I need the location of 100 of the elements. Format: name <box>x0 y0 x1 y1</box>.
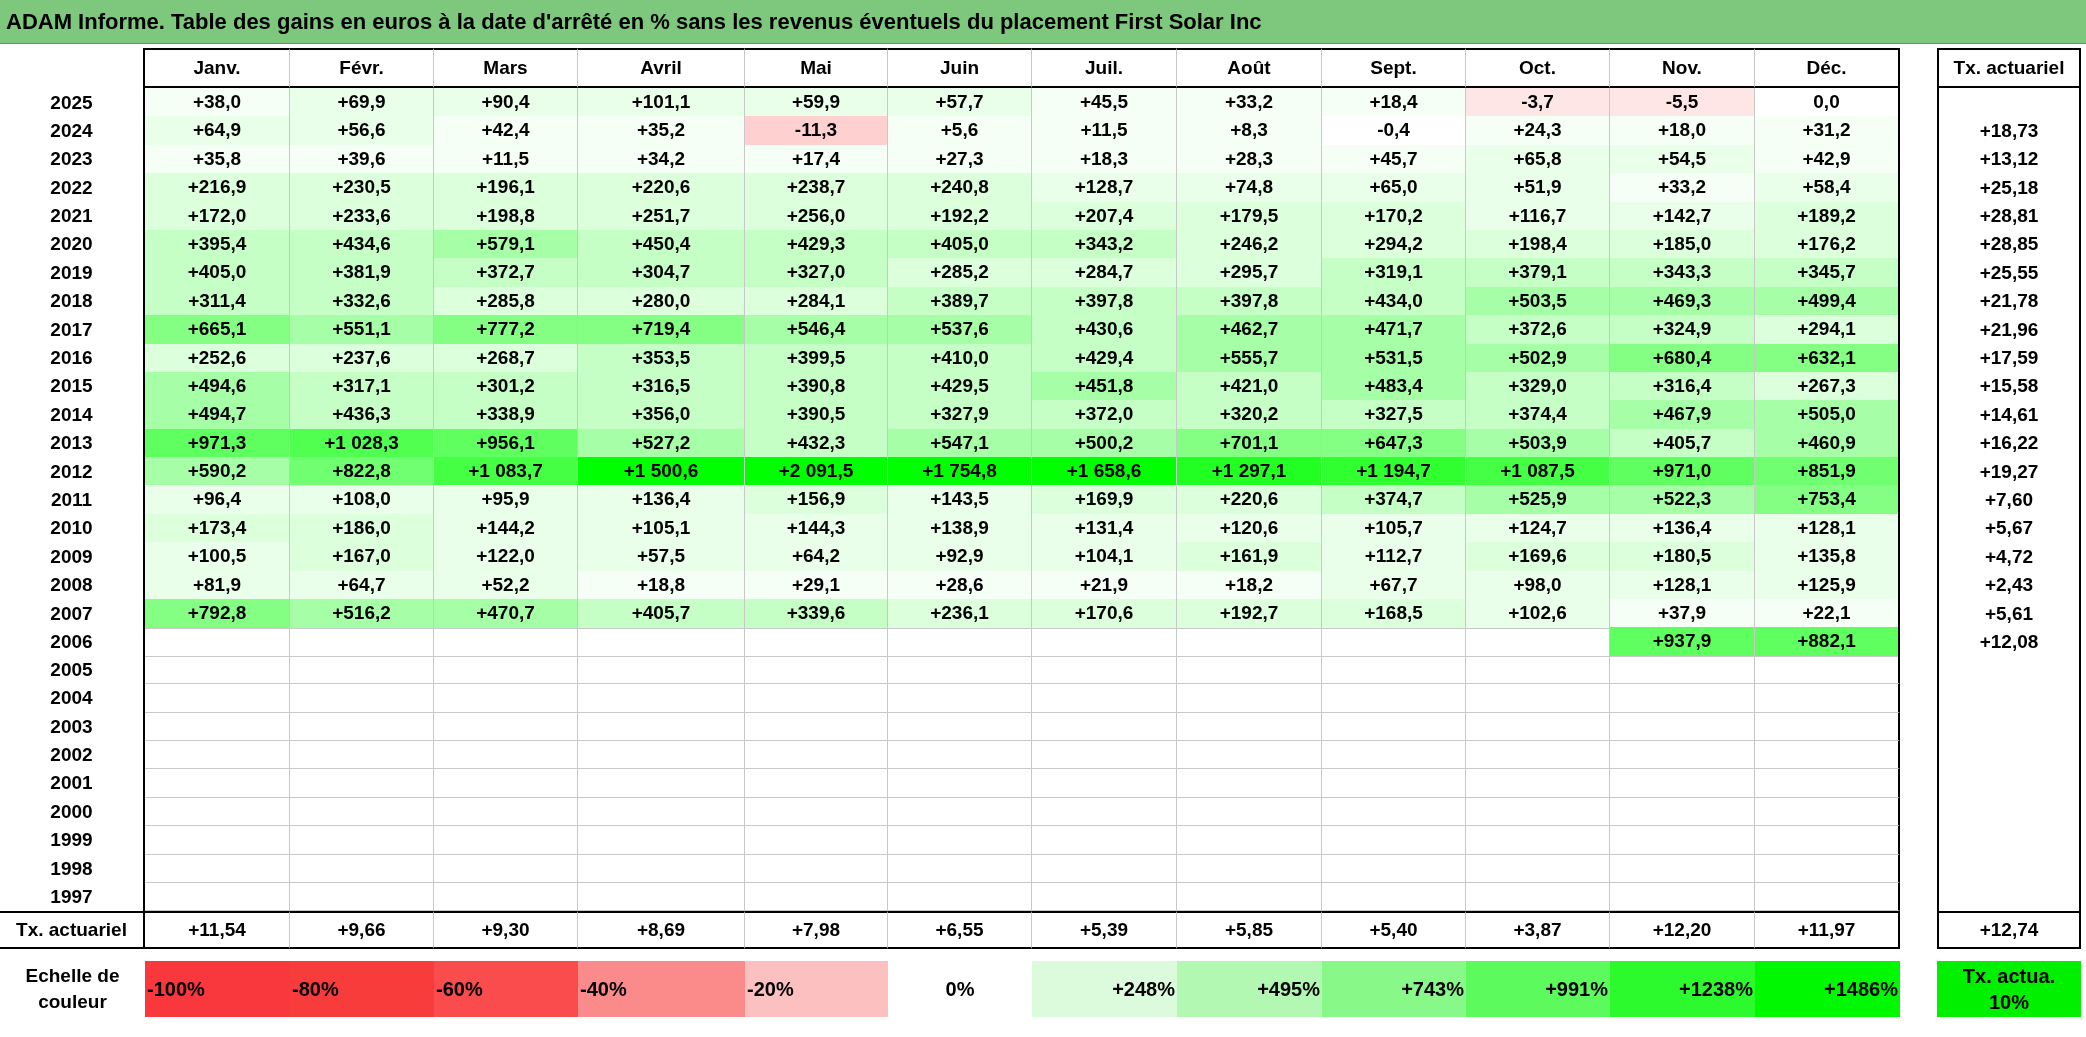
table-cell: +28,3 <box>1177 144 1322 175</box>
table-cell: +7,98 <box>745 911 888 950</box>
table-cell: +311,4 <box>145 286 290 317</box>
table-cell: +822,8 <box>290 457 434 487</box>
table-cell: +494,6 <box>145 371 290 402</box>
table-cell: +701,1 <box>1177 428 1322 459</box>
table-cell: +483,4 <box>1322 371 1466 402</box>
table-cell: +405,0 <box>145 258 290 288</box>
table-cell: +168,5 <box>1322 599 1466 629</box>
table-cell: +33,2 <box>1177 88 1322 118</box>
table-cell: +65,8 <box>1466 144 1610 175</box>
table-cell: +503,5 <box>1466 286 1610 317</box>
table-cell: -3,7 <box>1466 88 1610 118</box>
table-cell: +647,3 <box>1322 428 1466 459</box>
legend-swatch: -40% <box>578 961 745 1018</box>
table-cell: +28,81 <box>1937 201 2081 232</box>
table-cell: +2,43 <box>1937 570 2081 601</box>
table-cell: +516,2 <box>290 599 434 629</box>
table-cell: +6,55 <box>888 911 1032 950</box>
table-cell: +124,7 <box>1466 513 1610 544</box>
table-cell: +138,9 <box>888 513 1032 544</box>
row-header: 1999 <box>0 826 145 855</box>
table-cell: +505,0 <box>1755 400 1900 430</box>
table-cell: +198,4 <box>1466 229 1610 260</box>
table-cell: +460,9 <box>1755 428 1900 459</box>
table-cell: +522,3 <box>1610 485 1755 515</box>
table-cell: +555,7 <box>1177 343 1322 373</box>
table-cell: +469,3 <box>1610 286 1755 317</box>
legend-swatch: -20% <box>745 961 888 1018</box>
table-cell: +470,7 <box>434 599 578 629</box>
table-cell: +395,4 <box>145 229 290 260</box>
table-cell: +284,1 <box>745 286 888 317</box>
table-cell: +220,6 <box>578 173 745 203</box>
table-cell: +179,5 <box>1177 201 1322 232</box>
table-cell: +37,9 <box>1610 599 1755 629</box>
legend-swatch: -80% <box>290 961 434 1018</box>
table-cell: +21,9 <box>1032 570 1177 601</box>
table-cell: +294,1 <box>1755 315 1900 345</box>
table-cell: +632,1 <box>1755 343 1900 373</box>
table-cell: +389,7 <box>888 286 1032 317</box>
table-cell: +372,6 <box>1466 315 1610 345</box>
table-cell: +18,4 <box>1322 88 1466 118</box>
table-cell: +9,66 <box>290 911 434 950</box>
table-cell: +189,2 <box>1755 201 1900 232</box>
table-cell: +405,7 <box>578 599 745 629</box>
table-cell: +436,3 <box>290 400 434 430</box>
table-cell: +537,6 <box>888 315 1032 345</box>
row-header: 2001 <box>0 769 145 798</box>
table-cell: +170,2 <box>1322 201 1466 232</box>
table-cell: +353,5 <box>578 343 745 373</box>
table-cell: +719,4 <box>578 315 745 345</box>
legend-swatch: +743% <box>1322 961 1466 1018</box>
table-cell: +34,2 <box>578 144 745 175</box>
table-cell: +98,0 <box>1466 570 1610 601</box>
table-cell: +11,97 <box>1755 911 1900 950</box>
table-cell: +429,3 <box>745 229 888 260</box>
table-cell: +52,2 <box>434 570 578 601</box>
legend-swatch: +495% <box>1177 961 1322 1018</box>
table-cell: +176,2 <box>1755 229 1900 260</box>
table-cell: +29,1 <box>745 570 888 601</box>
table-cell: +96,4 <box>145 485 290 515</box>
table-cell: +381,9 <box>290 258 434 288</box>
table-cell: +12,74 <box>1937 911 2081 950</box>
table-cell: +8,69 <box>578 911 745 950</box>
legend-swatch: +1238% <box>1610 961 1755 1018</box>
table-cell: +680,4 <box>1610 343 1755 373</box>
table-cell: +128,7 <box>1032 173 1177 203</box>
table-cell: +471,7 <box>1322 315 1466 345</box>
table-cell: +18,3 <box>1032 144 1177 175</box>
table-cell: +216,9 <box>145 173 290 203</box>
table-cell: +777,2 <box>434 315 578 345</box>
table-cell: +105,7 <box>1322 513 1466 544</box>
table-cell: +67,7 <box>1322 570 1466 601</box>
table-cell: +343,2 <box>1032 229 1177 260</box>
table-cell: +374,4 <box>1466 400 1610 430</box>
table-cell: +17,59 <box>1937 343 2081 373</box>
table-cell: +9,30 <box>434 911 578 950</box>
table-cell: +503,9 <box>1466 428 1610 459</box>
table-cell: +105,1 <box>578 513 745 544</box>
table-cell: +136,4 <box>1610 513 1755 544</box>
table-cell: +5,40 <box>1322 911 1466 950</box>
table-cell: +467,9 <box>1610 400 1755 430</box>
table-cell: +33,2 <box>1610 173 1755 203</box>
table-cell: +1 658,6 <box>1032 457 1177 487</box>
table-cell: +882,1 <box>1755 627 1900 657</box>
table-cell: +128,1 <box>1755 513 1900 544</box>
table-cell: +285,2 <box>888 258 1032 288</box>
table-cell: -5,5 <box>1610 88 1755 118</box>
row-header: 2003 <box>0 712 145 742</box>
row-header: 2004 <box>0 684 145 713</box>
table-cell: +267,3 <box>1755 371 1900 402</box>
table-cell: +301,2 <box>434 371 578 402</box>
table-cell: -0,4 <box>1322 116 1466 146</box>
table-cell: +136,4 <box>578 485 745 515</box>
table-cell: +421,0 <box>1177 371 1322 402</box>
table-cell: +28,85 <box>1937 229 2081 260</box>
table-cell: +971,0 <box>1610 457 1755 487</box>
table-cell: +169,9 <box>1032 485 1177 515</box>
table-cell: +405,0 <box>888 229 1032 260</box>
table-cell: +1 028,3 <box>290 428 434 459</box>
